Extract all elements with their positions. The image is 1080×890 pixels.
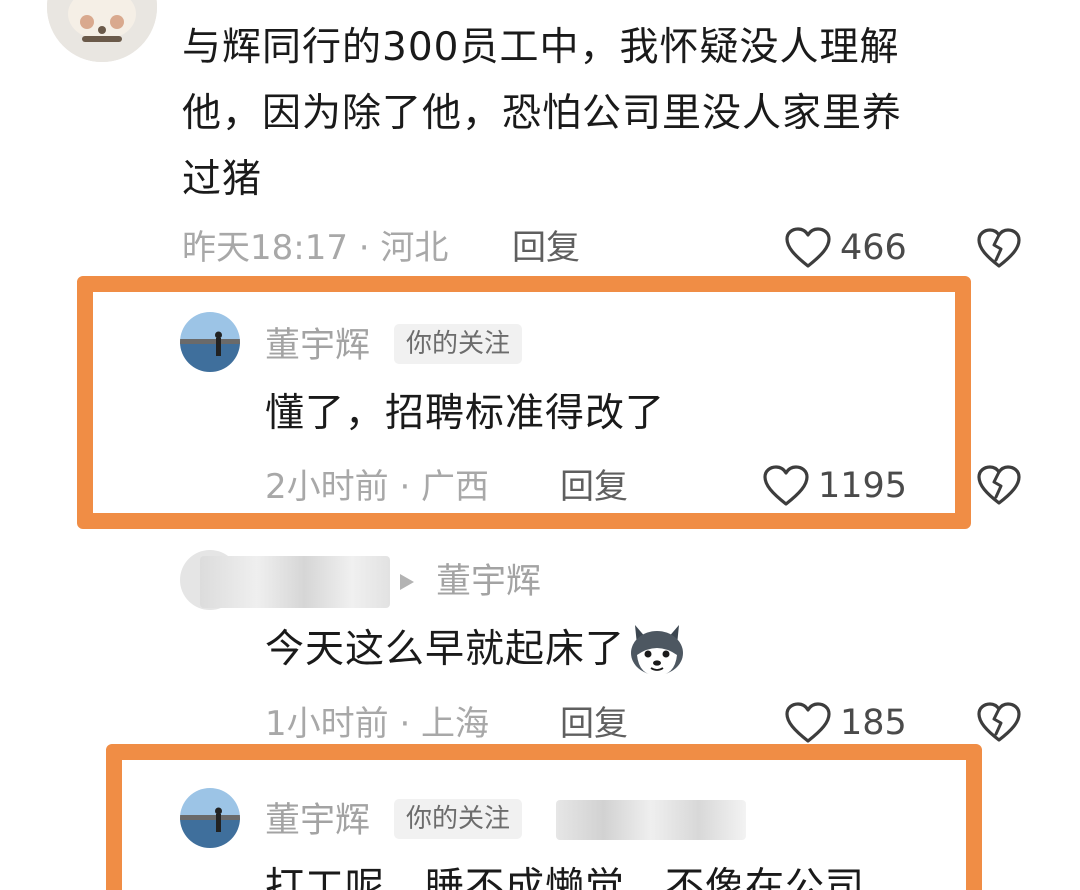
commenter-avatar[interactable]	[47, 0, 157, 62]
reply-to-username[interactable]: 董宇辉	[436, 562, 541, 602]
reply-avatar[interactable]	[180, 788, 240, 848]
user-avatar-icon	[180, 788, 240, 848]
reply-text: 懂了，招聘标准得改了	[265, 391, 666, 436]
like-button[interactable]: 185	[784, 701, 907, 745]
reply-meta: 1小时前 · 上海	[265, 704, 490, 744]
user-avatar-icon	[180, 312, 240, 372]
like-button[interactable]: 466	[784, 226, 907, 270]
reply-username[interactable]: 董宇辉	[265, 801, 370, 841]
reply-button[interactable]: 回复	[560, 467, 628, 507]
pet-avatar-icon	[47, 0, 157, 62]
reply-button[interactable]: 回复	[512, 228, 580, 268]
follow-badge: 你的关注	[394, 324, 523, 364]
follow-badge: 你的关注	[394, 799, 523, 839]
redacted-username	[200, 556, 390, 608]
reply-arrow-icon	[400, 574, 414, 590]
reply-button[interactable]: 回复	[560, 704, 628, 744]
heart-icon	[785, 227, 831, 268]
dislike-icon[interactable]	[976, 700, 1022, 744]
reply-text-row: 今天这么早就起床了	[265, 618, 687, 682]
reply-avatar[interactable]	[180, 312, 240, 372]
dislike-icon[interactable]	[976, 226, 1022, 270]
redacted-reply-target	[556, 800, 746, 840]
comment-thread: 与辉同行的300员工中，我怀疑没人理解 他，因为除了他，恐怕公司里没人家里养 过…	[0, 0, 1080, 890]
reply-text: 今天这么早就起床了	[265, 627, 626, 672]
heart-icon	[785, 702, 831, 743]
like-count: 1195	[818, 466, 908, 506]
reply-username[interactable]: 董宇辉	[265, 326, 370, 366]
dislike-icon[interactable]	[976, 463, 1022, 507]
reply-meta: 2小时前 · 广西	[265, 467, 490, 507]
like-button[interactable]: 1195	[762, 464, 907, 508]
comment-text-line-2: 他，因为除了他，恐怕公司里没人家里养	[182, 91, 903, 136]
comment-text-line-1: 与辉同行的300员工中，我怀疑没人理解	[182, 25, 900, 70]
reply-text: 打工呢，睡不成懒觉，不像在公司	[265, 865, 866, 890]
heart-icon	[763, 465, 809, 506]
comment-text-line-3: 过猪	[182, 157, 263, 202]
husky-emoji-icon	[631, 625, 684, 676]
like-count: 185	[840, 703, 907, 743]
comment-meta: 昨天18:17 · 河北	[182, 228, 449, 268]
like-count: 466	[840, 228, 907, 268]
